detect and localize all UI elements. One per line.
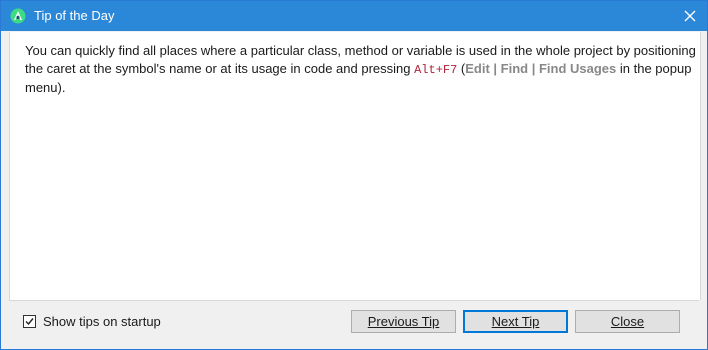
close-button[interactable]: Close [575, 310, 680, 333]
tip-of-the-day-dialog: Tip of the Day You can quickly find all … [0, 0, 708, 350]
window-title: Tip of the Day [34, 8, 115, 23]
checkmark-icon [25, 318, 34, 326]
checkbox-box[interactable] [23, 315, 36, 328]
tip-text: You can quickly find all places where a … [25, 42, 697, 97]
shortcut-keys: Alt+F7 [414, 63, 458, 77]
close-label: Close [610, 314, 645, 329]
next-tip-button[interactable]: Next Tip [463, 310, 568, 333]
footer-divider [9, 300, 699, 301]
title-bar[interactable]: Tip of the Day [1, 1, 707, 31]
previous-tip-button[interactable]: Previous Tip [351, 310, 456, 333]
android-studio-icon [10, 8, 26, 24]
show-tips-label: Show tips on startup [43, 314, 161, 329]
tip-content-panel: You can quickly find all places where a … [9, 32, 701, 300]
show-tips-checkbox[interactable]: Show tips on startup [23, 314, 161, 329]
previous-tip-label: Previous Tip [367, 314, 440, 329]
menu-path: Edit | Find | Find Usages [465, 61, 617, 76]
next-tip-label: Next Tip [491, 314, 540, 329]
close-icon[interactable] [673, 1, 707, 31]
